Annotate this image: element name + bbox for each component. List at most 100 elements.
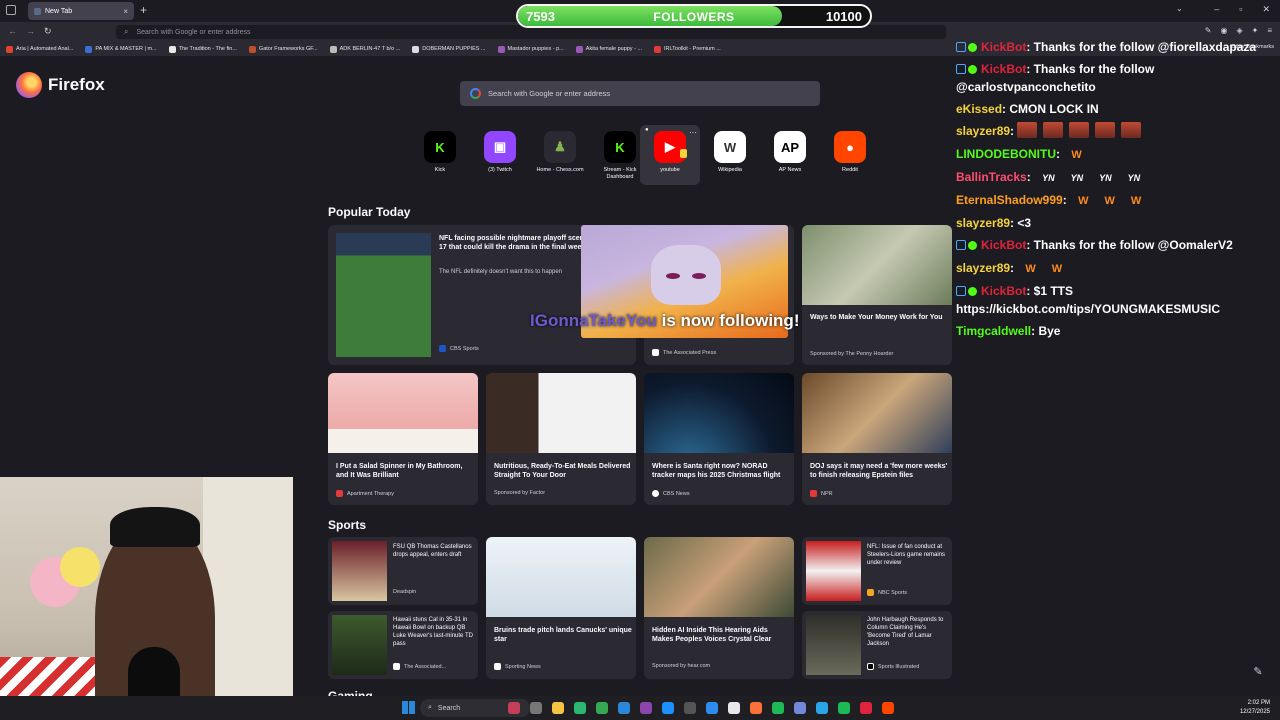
shortcut-reddit[interactable]: ● Reddit [820,125,880,174]
shortcut-3-twitch[interactable]: ▣ (3) Twitch [470,125,530,174]
extensions-icon[interactable]: ✎ [1205,26,1212,35]
puzzle-icon[interactable]: ✦ [1252,26,1259,35]
taskbar-app-icon[interactable] [530,702,542,714]
taskbar-app-icon[interactable] [794,702,806,714]
tab-list-icon[interactable] [6,5,16,15]
story-card[interactable]: Where is Santa right now? NORAD tracker … [644,373,794,505]
newtab-search-box[interactable]: Search with Google or enter address [460,81,820,106]
sports-card[interactable]: Bruins trade pitch lands Canucks' unique… [486,537,636,679]
sports-card[interactable]: John Harbaugh Responds to Column Claimin… [802,611,952,679]
verified-badge-icon [968,287,977,296]
shortcut-label: Wikipedia [718,167,742,173]
chat-text: : [1010,124,1018,138]
taskbar-app-icon[interactable] [684,702,696,714]
bookmark-item[interactable]: IRLToolkit - Premium ... [654,45,721,53]
chat-username[interactable]: LINDODEBONITU [956,147,1056,161]
chat-username[interactable]: KickBot [981,284,1026,298]
taskbar-app-icon[interactable] [640,702,652,714]
tab-close-icon[interactable]: × [123,7,128,16]
chat-username[interactable]: BallinTracks [956,170,1027,184]
taskbar-app-icon[interactable] [728,702,740,714]
bookmark-item[interactable]: Mastador puppies - p... [497,45,564,53]
shortcut-more-icon[interactable]: ··· [689,128,697,137]
close-window-icon[interactable]: ✕ [1262,4,1270,15]
taskbar-clock[interactable]: 2:02 PM 12/27/2025 [1240,699,1270,717]
chat-username[interactable]: KickBot [981,238,1026,252]
forward-icon[interactable]: → [26,26,35,36]
menu-icon[interactable]: ≡ [1267,26,1272,35]
shortcut-icon: ▣ [484,131,516,163]
taskbar-app-icon[interactable] [508,702,520,714]
customize-pencil-icon[interactable]: ✎ [1249,665,1267,683]
bookmark-item[interactable]: ADK BERLIN-47 T b/o ... [329,45,400,53]
bookmark-item[interactable]: Aria | Automated Anal... [6,45,73,53]
shortcut-kick[interactable]: K Kick [410,125,470,174]
story-title: Hidden AI Inside This Hearing Aids Makes… [652,627,772,644]
story-card[interactable]: Ways to Make Your Money Work for You Spo… [802,225,952,365]
bookmark-item[interactable]: The Tradition - The fin... [168,45,237,53]
taskbar-app-icon[interactable] [618,702,630,714]
shield-icon[interactable]: ◈ [1236,26,1242,35]
story-image [802,373,952,453]
chat-username[interactable]: KickBot [981,62,1026,76]
bookmark-item[interactable]: PA MIX & MASTER | m... [85,45,157,53]
bookmark-item[interactable]: Akita female puppy - ... [575,45,642,53]
story-card[interactable]: Nutritious, Ready-To-Eat Meals Delivered… [486,373,636,505]
taskbar-app-icon[interactable] [596,702,608,714]
chat-username[interactable]: EternalShadow999 [956,193,1063,207]
new-tab-button[interactable]: + [140,3,147,17]
story-title: Hawaii stuns Cal in 35-31 in Hawaii Bowl… [393,617,473,648]
shortcut-ap-news[interactable]: AP AP News [760,125,820,174]
list-all-tabs-icon[interactable]: ⌄ [1176,4,1183,13]
chat-username[interactable]: Timgcaldwell [956,324,1031,338]
chat-text: : Thanks for the follow @fiorellaxdapaza [1026,40,1257,54]
taskbar-app-icon[interactable] [574,702,586,714]
bookmark-favicon-icon [329,45,337,53]
shortcut-wikipedia[interactable]: W Wikipedia [700,125,760,174]
bookmark-item[interactable]: DOBERMAN PUPPIES ... [412,45,486,53]
story-title: NFL: Issue of fan conduct at Steelers-Li… [867,544,946,567]
sports-card[interactable]: Hidden AI Inside This Hearing Aids Makes… [644,537,794,679]
sports-card[interactable]: FSU QB Thomas Castellanos drops appeal, … [328,537,478,605]
taskbar-app-icon[interactable] [750,702,762,714]
taskbar-app-icon[interactable] [706,702,718,714]
source-label: NBC Sports [878,589,908,596]
taskbar-app-icon[interactable] [772,702,784,714]
chat-username[interactable]: slayzer89 [956,216,1010,230]
tab-new-tab[interactable]: New Tab × [28,2,134,20]
back-icon[interactable]: ← [8,26,17,36]
sports-card[interactable]: Hawaii stuns Cal in 35-31 in Hawaii Bowl… [328,611,478,679]
webcam-feed [0,477,293,720]
chat-message: BallinTracks: YN YN YN YN [956,168,1148,186]
story-card[interactable]: DOJ says it may need a 'few more weeks' … [802,373,952,505]
taskbar-app-icon[interactable] [860,702,872,714]
taskbar-app-icon[interactable] [662,702,674,714]
popular-today-heading: Popular Today [328,205,411,219]
taskbar-app-icon[interactable] [882,702,894,714]
chat-message: @carlostvpanconchetito [956,78,1096,96]
sports-card[interactable]: NFL: Issue of fan conduct at Steelers-Li… [802,537,952,605]
chat-emote-icon [1043,122,1064,138]
source-icon [439,345,446,352]
reload-icon[interactable]: ↻ [44,26,52,37]
maximize-icon[interactable]: ▫ [1239,4,1242,15]
taskbar-search-label: Search [437,704,461,712]
minimize-icon[interactable]: – [1214,4,1219,15]
chat-username[interactable]: slayzer89 [956,261,1010,275]
account-icon[interactable]: ◉ [1220,26,1227,35]
bookmark-item[interactable]: Gator Frameworks GF... [248,45,318,53]
taskbar-app-icon[interactable] [816,702,828,714]
shortcut-home-chess-com[interactable]: ♟ Home - Chess.com [530,125,590,174]
yn-emote: YN [1099,173,1112,183]
chat-username[interactable]: slayzer89 [956,124,1010,138]
windows-start-icon[interactable] [402,701,415,714]
taskbar-app-icon[interactable] [552,702,564,714]
shortcut-label: AP News [778,167,802,173]
chat-username[interactable]: KickBot [981,40,1026,54]
chat-message: KickBot: Thanks for the follow [956,60,1154,78]
chat-username[interactable]: eKissed [956,102,1002,116]
source-icon [810,490,817,497]
story-card[interactable]: I Put a Salad Spinner in My Bathroom, an… [328,373,478,505]
verified-badge-icon [968,65,977,74]
taskbar-app-icon[interactable] [838,702,850,714]
